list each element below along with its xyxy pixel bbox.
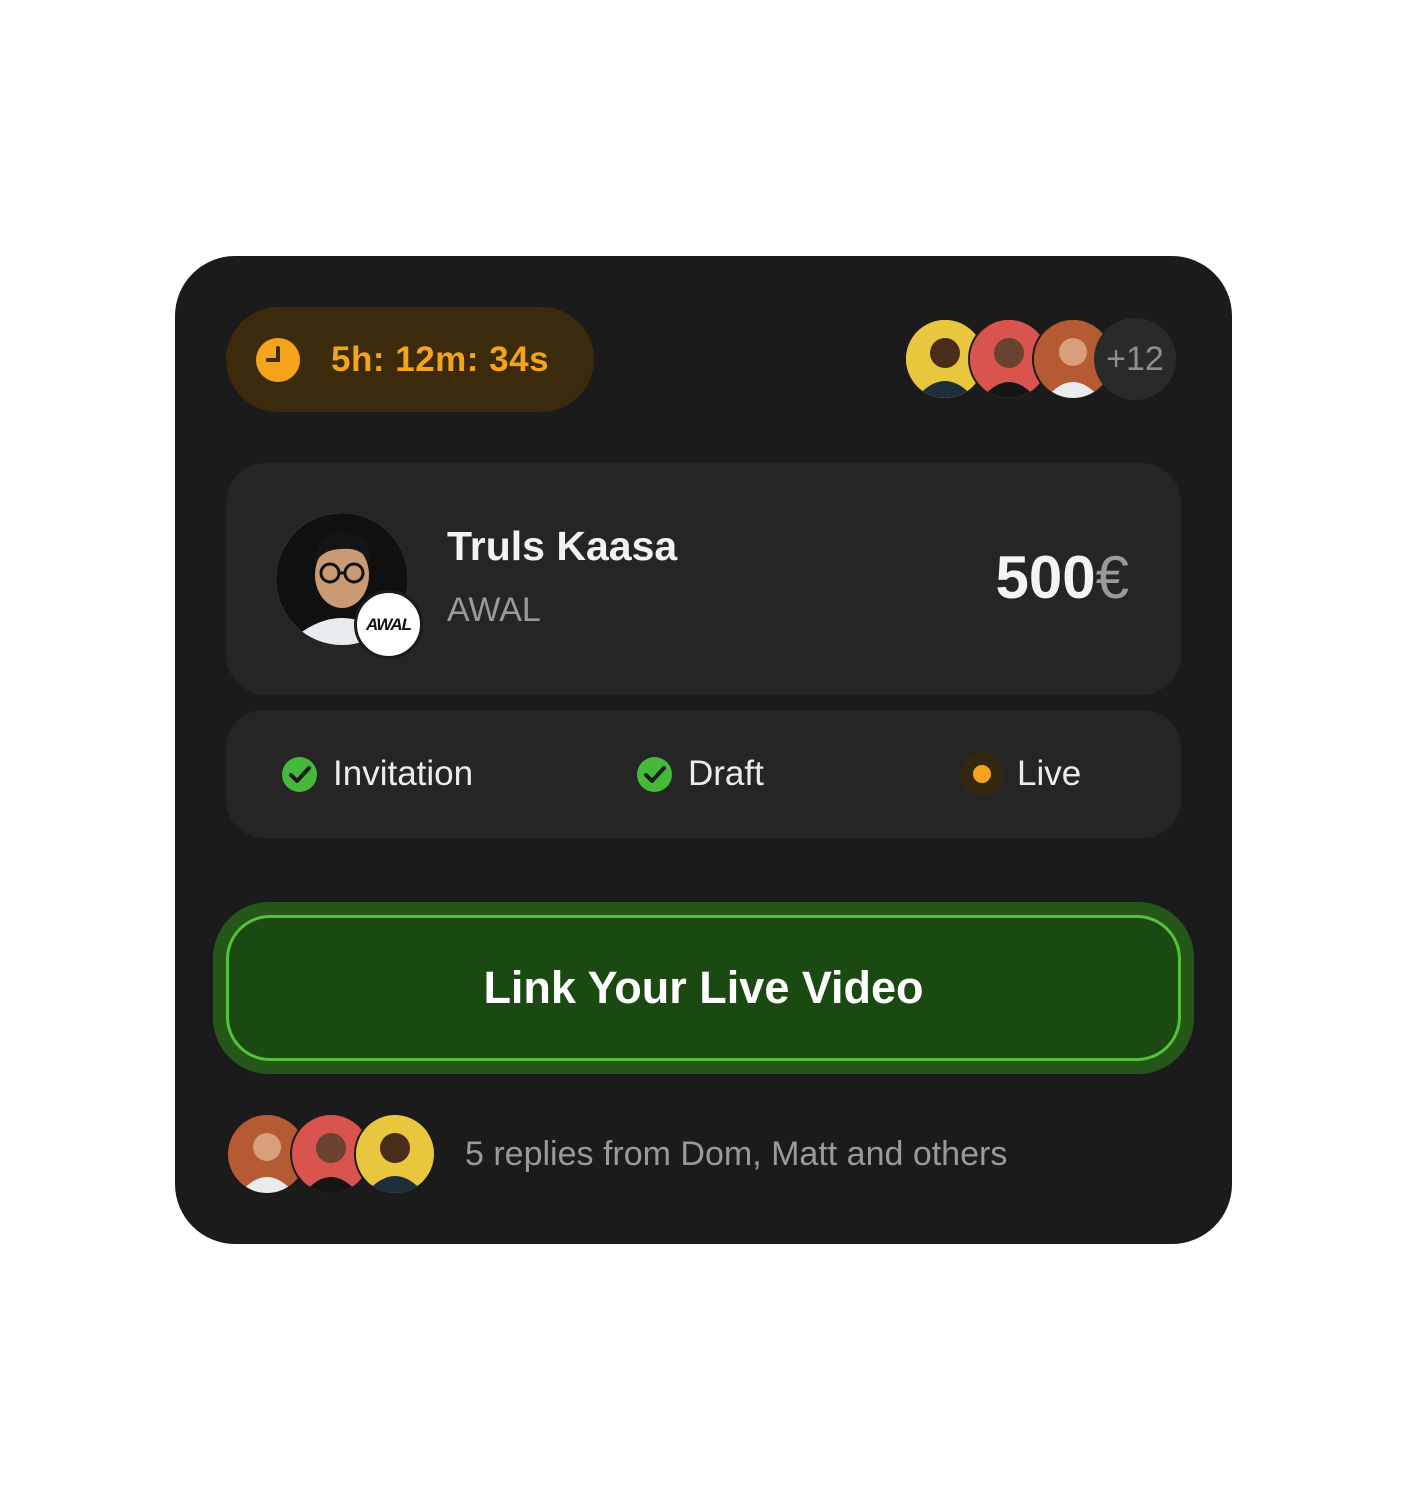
button-label: Link Your Live Video: [483, 962, 924, 1013]
link-live-video-button[interactable]: Link Your Live Video: [213, 902, 1194, 1074]
label-logo-badge: AWAL: [354, 590, 423, 659]
timer-text: 5h: 12m: 34s: [331, 340, 550, 379]
amount-value: 500: [995, 544, 1096, 611]
live-dot-icon: [960, 752, 1004, 796]
progress-steps: Invitation Draft Live: [226, 710, 1181, 838]
step-label: Invitation: [333, 754, 474, 793]
check-circle-icon: [637, 757, 672, 792]
avatar: [354, 1113, 436, 1195]
more-participants-count[interactable]: +12: [1094, 318, 1176, 400]
countdown-timer: 5h: 12m: 34s: [226, 307, 594, 412]
deal-card: 5h: 12m: 34s +12 AWAL Truls Kaasa AWAL 5…: [175, 256, 1232, 1244]
deal-amount: 500€: [996, 543, 1129, 612]
replies-text: 5 replies from Dom, Matt and others: [465, 1135, 1008, 1173]
label-logo-text: AWAL: [365, 615, 412, 634]
replies-summary[interactable]: 5 replies from Dom, Matt and others: [226, 1112, 1186, 1196]
creator-label: AWAL: [447, 591, 541, 629]
step-label: Live: [1017, 754, 1082, 793]
check-circle-icon: [282, 757, 317, 792]
amount-currency: €: [1095, 544, 1129, 611]
participants-avatars[interactable]: +12: [904, 318, 1180, 400]
creator-profile[interactable]: AWAL Truls Kaasa AWAL 500€: [226, 463, 1181, 695]
step-label: Draft: [688, 754, 764, 793]
creator-name: Truls Kaasa: [447, 523, 678, 569]
clock-icon: [256, 338, 300, 382]
